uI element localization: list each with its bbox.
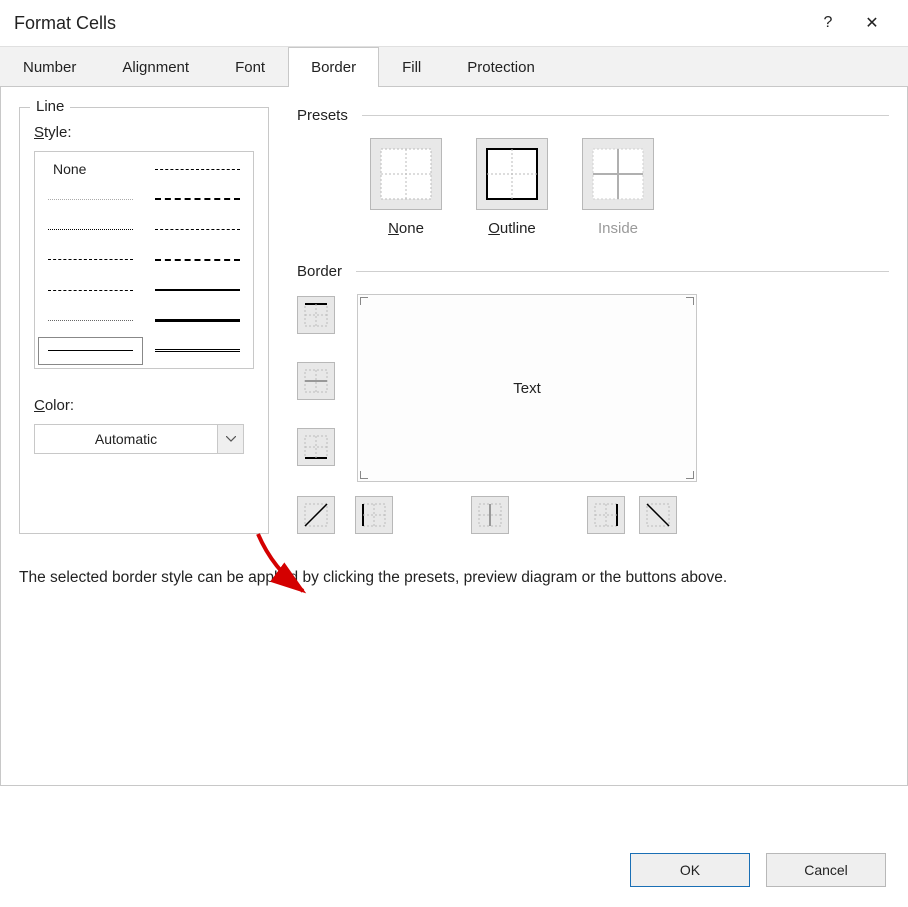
preset-outline[interactable]: Outline <box>473 138 551 237</box>
dialog-footer: OK Cancel <box>630 853 886 887</box>
preset-none-icon <box>370 138 442 210</box>
cancel-button[interactable]: Cancel <box>766 853 886 887</box>
line-groupbox-title: Line <box>30 98 70 115</box>
border-left-button[interactable] <box>355 496 393 534</box>
preset-none[interactable]: None <box>367 138 445 237</box>
chevron-down-icon <box>217 425 243 453</box>
border-top-button[interactable] <box>297 296 335 334</box>
line-style-grid: None <box>34 151 254 369</box>
color-value: Automatic <box>35 425 217 453</box>
border-bottom-button[interactable] <box>297 428 335 466</box>
color-dropdown[interactable]: Automatic <box>34 424 244 454</box>
help-button[interactable]: ? <box>806 0 850 46</box>
tab-alignment[interactable]: Alignment <box>99 47 212 87</box>
tab-protection[interactable]: Protection <box>444 47 558 87</box>
tab-panel-border: Line Style: None Color: Auto <box>0 86 908 786</box>
presets-header: Presets <box>297 107 889 124</box>
color-label: Color: <box>34 397 254 414</box>
tab-font[interactable]: Font <box>212 47 288 87</box>
border-diagonal-up-button[interactable] <box>297 496 335 534</box>
border-header: Border <box>297 263 889 280</box>
border-title: Border <box>297 263 342 280</box>
line-style-dashdot-bold[interactable] <box>144 154 251 184</box>
tab-strip: Number Alignment Font Border Fill Protec… <box>0 47 908 87</box>
close-button[interactable]: ✕ <box>850 0 894 46</box>
preset-none-label: None <box>388 220 424 237</box>
border-right-button[interactable] <box>587 496 625 534</box>
presets-title: Presets <box>297 107 348 124</box>
preset-outline-label: Outline <box>488 220 536 237</box>
preset-inside-icon <box>582 138 654 210</box>
line-style-dashdot[interactable] <box>37 275 144 305</box>
preset-inside[interactable]: Inside <box>579 138 657 237</box>
tab-fill[interactable]: Fill <box>379 47 444 87</box>
line-style-dashed[interactable] <box>37 305 144 335</box>
line-style-none[interactable]: None <box>37 154 144 184</box>
line-style-dashdotdot-bold[interactable] <box>144 184 251 214</box>
ok-button[interactable]: OK <box>630 853 750 887</box>
dialog-title: Format Cells <box>14 13 806 34</box>
tab-number[interactable]: Number <box>0 47 99 87</box>
line-style-medium[interactable] <box>144 275 251 305</box>
line-style-dashdotdot[interactable] <box>37 245 144 275</box>
preview-text: Text <box>513 380 541 397</box>
border-preview[interactable]: Text <box>357 294 697 482</box>
border-bottom-row <box>297 496 697 534</box>
line-style-double[interactable] <box>144 336 251 366</box>
line-style-dotted[interactable] <box>37 215 144 245</box>
line-style-dashed-bold[interactable] <box>144 245 251 275</box>
line-style-dashdot-medium[interactable] <box>144 215 251 245</box>
presets-row: None Outline <box>297 138 889 237</box>
border-vertical-button[interactable] <box>471 496 509 534</box>
style-label: Style: <box>34 124 254 141</box>
preset-inside-label: Inside <box>598 220 638 237</box>
tab-border[interactable]: Border <box>288 47 379 87</box>
right-column: Presets None <box>269 107 889 534</box>
description-text: The selected border style can be applied… <box>19 566 839 589</box>
border-section: Border <box>297 263 889 534</box>
line-groupbox: Line Style: None Color: Auto <box>19 107 269 534</box>
titlebar: Format Cells ? ✕ <box>0 0 908 46</box>
line-style-hair[interactable] <box>37 184 144 214</box>
border-side-buttons <box>297 294 335 482</box>
border-horizontal-button[interactable] <box>297 362 335 400</box>
border-diagonal-down-button[interactable] <box>639 496 677 534</box>
preset-outline-icon <box>476 138 548 210</box>
line-style-thick[interactable] <box>144 305 251 335</box>
line-style-thin[interactable] <box>37 336 144 366</box>
